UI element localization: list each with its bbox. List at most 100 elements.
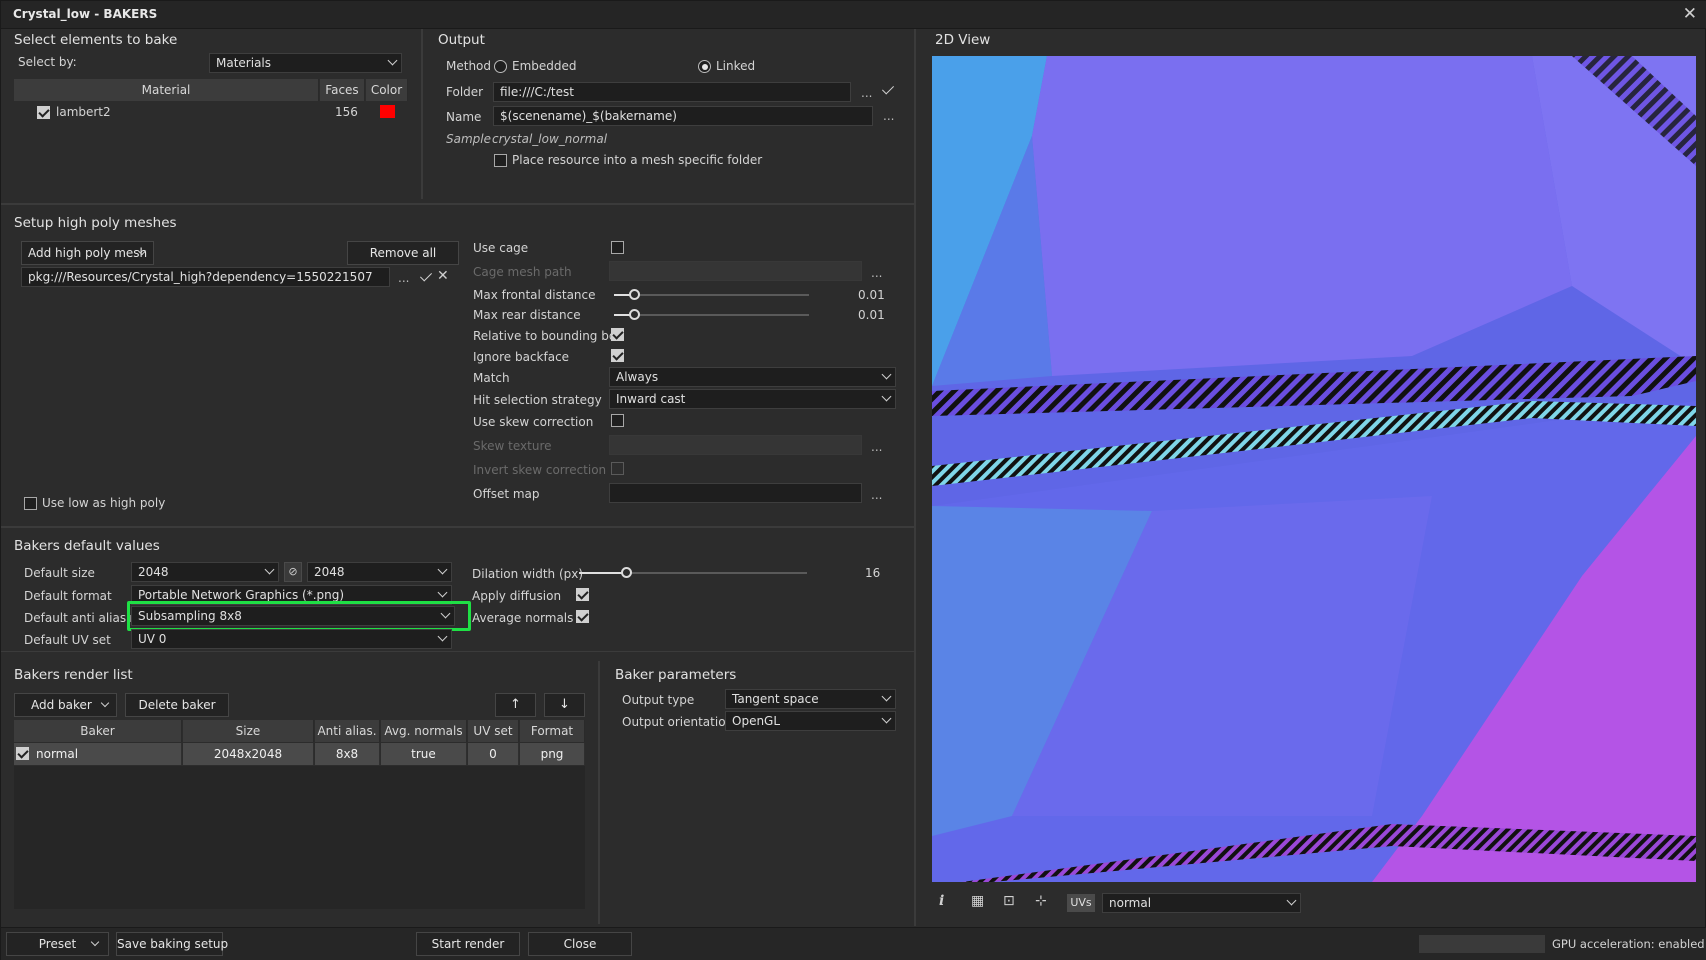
name-options-button[interactable]: ... (883, 109, 894, 123)
relative-bbox-checkbox[interactable] (611, 328, 624, 341)
chevron-down-icon (100, 698, 110, 708)
delete-baker-button[interactable]: Delete baker (125, 693, 229, 717)
view-channel-dropdown[interactable]: normal (1102, 893, 1301, 913)
use-cage-checkbox[interactable] (611, 241, 624, 254)
grid-icon[interactable]: ▦ (971, 893, 984, 909)
chevron-down-icon (881, 713, 892, 724)
move-down-button[interactable]: ↓ (544, 693, 585, 717)
baker-list-empty-area[interactable] (14, 766, 585, 909)
use-low-as-high-checkbox[interactable] (24, 497, 37, 510)
material-checkbox[interactable] (37, 106, 50, 119)
renderlist-section-title: Bakers render list (14, 667, 133, 683)
max-rear-slider-track[interactable] (614, 314, 809, 316)
average-normals-checkbox[interactable] (576, 610, 589, 623)
sample-value: crystal_low_normal (492, 132, 608, 146)
material-color-swatch[interactable] (380, 105, 395, 118)
select-by-dropdown[interactable]: Materials (209, 53, 402, 73)
faces-col-header[interactable]: Faces (320, 79, 365, 101)
start-render-button[interactable]: Start render (416, 932, 520, 956)
method-linked-radio[interactable] (698, 60, 711, 73)
save-baking-setup-button[interactable]: Save baking setup (116, 932, 228, 956)
max-rear-value: 0.01 (858, 308, 885, 322)
preset-button[interactable]: Preset (6, 932, 109, 956)
average-normals-label: Average normals (472, 611, 574, 625)
center-view-icon[interactable]: ⊹ (1035, 893, 1047, 909)
use-low-as-high-label: Use low as high poly (42, 496, 166, 510)
remove-all-button[interactable]: Remove all (347, 241, 459, 265)
gpu-status: GPU acceleration: enabled (1552, 937, 1705, 951)
max-frontal-value: 0.01 (858, 288, 885, 302)
chevron-down-icon (881, 369, 892, 380)
chevron-down-icon (881, 391, 892, 402)
apply-diffusion-checkbox[interactable] (576, 588, 589, 601)
default-uv-dropdown[interactable]: UV 0 (131, 629, 452, 649)
move-up-button[interactable]: ↑ (495, 693, 536, 717)
close-button[interactable]: Close (528, 932, 632, 956)
defaults-section-title: Bakers default values (14, 538, 160, 554)
divider (914, 29, 916, 926)
uv-2d-view[interactable] (932, 56, 1696, 882)
avg-normals-col-header[interactable]: Avg. normals (381, 720, 467, 742)
folder-label: Folder (446, 85, 484, 99)
dilation-slider-knob[interactable] (621, 567, 632, 578)
ignore-backface-label: Ignore backface (473, 350, 570, 364)
baker-col-header[interactable]: Baker (14, 720, 182, 742)
hit-strategy-label: Hit selection strategy (473, 393, 602, 407)
material-row[interactable]: lambert2 156 (14, 101, 408, 123)
hit-strategy-dropdown[interactable]: Inward cast (609, 389, 896, 409)
format-col-header[interactable]: Format (520, 720, 585, 742)
add-high-poly-mesh-button[interactable]: Add high poly mesh (21, 241, 154, 265)
output-orientation-label: Output orientation (622, 715, 734, 729)
ignore-backface-checkbox[interactable] (611, 349, 624, 362)
max-frontal-slider-knob[interactable] (629, 289, 640, 300)
offset-map-input[interactable] (609, 483, 862, 503)
max-frontal-slider-track[interactable] (614, 294, 809, 296)
chevron-down-icon (437, 564, 448, 575)
info-icon[interactable]: i (939, 893, 944, 909)
chevron-down-icon (437, 631, 448, 642)
dilation-value: 16 (865, 566, 881, 580)
chevron-down-icon (387, 55, 398, 66)
offset-map-browse[interactable]: ... (871, 488, 882, 502)
avg-normals-cell: true (381, 743, 467, 765)
mesh-confirm-icon[interactable] (419, 269, 433, 282)
window-title: Crystal_low - BAKERS (13, 7, 158, 21)
mesh-browse-button[interactable]: ... (398, 271, 409, 285)
material-col-header[interactable]: Material (14, 79, 319, 101)
select-section-title: Select elements to bake (14, 32, 178, 48)
baker-enabled-checkbox[interactable] (16, 747, 29, 760)
method-embedded-radio[interactable] (494, 60, 507, 73)
chevron-down-icon (264, 564, 275, 575)
sample-label: Sample (446, 132, 491, 146)
color-col-header[interactable]: Color (366, 79, 408, 101)
folder-browse-button[interactable]: ... (861, 86, 872, 100)
default-size-label: Default size (24, 566, 95, 580)
antialias-col-header[interactable]: Anti alias. (315, 720, 380, 742)
uvs-toggle-button[interactable]: UVs (1067, 894, 1095, 912)
link-size-icon[interactable]: ⊘ (284, 562, 302, 582)
default-size-width-dropdown[interactable]: 2048 (131, 562, 279, 582)
mesh-remove-icon[interactable]: ✕ (437, 268, 449, 284)
output-orientation-dropdown[interactable]: OpenGL (725, 711, 896, 731)
folder-confirm-icon[interactable] (881, 82, 895, 95)
high-poly-mesh-path[interactable]: pkg:///Resources/Crystal_high?dependency… (21, 267, 390, 287)
place-resource-checkbox[interactable] (494, 154, 507, 167)
divider (598, 661, 600, 924)
method-label: Method (446, 59, 492, 73)
fit-view-icon[interactable]: ⊡ (1003, 893, 1015, 909)
default-size-height-dropdown[interactable]: 2048 (307, 562, 452, 582)
divider (421, 29, 423, 199)
add-baker-button[interactable]: Add baker (14, 693, 117, 717)
skew-correction-checkbox[interactable] (611, 414, 624, 427)
method-embedded-label: Embedded (512, 59, 577, 73)
uvset-col-header[interactable]: UV set (468, 720, 519, 742)
table-row[interactable]: normal 2048x2048 8x8 true 0 png (14, 743, 585, 765)
name-input[interactable]: $(scenename)_$(bakername) (493, 106, 873, 126)
close-icon[interactable]: ✕ (1683, 4, 1697, 24)
folder-input[interactable]: file:///C:/test (493, 82, 851, 102)
size-col-header[interactable]: Size (183, 720, 314, 742)
match-dropdown[interactable]: Always (609, 367, 896, 387)
max-rear-slider-knob[interactable] (629, 309, 640, 320)
output-type-dropdown[interactable]: Tangent space (725, 689, 896, 709)
default-aa-dropdown[interactable]: Subsampling 8x8 (131, 606, 455, 626)
